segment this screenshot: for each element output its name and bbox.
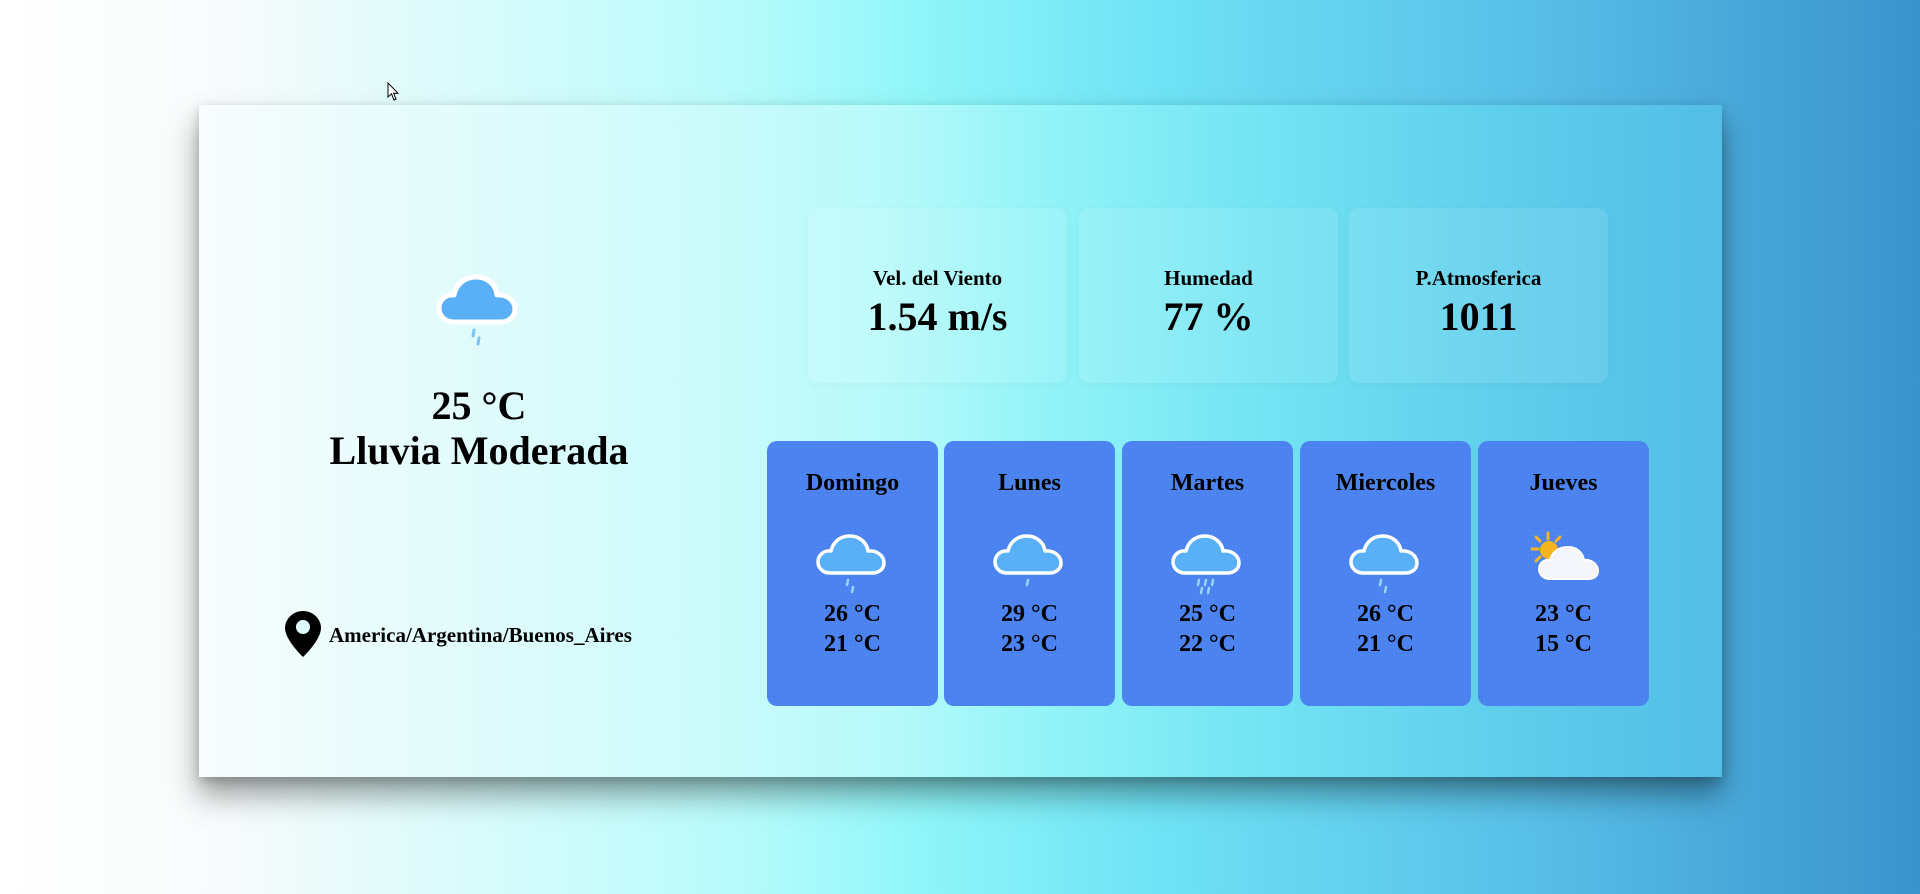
day-name: Domingo xyxy=(805,470,900,496)
forecast-day-miercoles: Miercoles 26 °C 21 °C xyxy=(1300,441,1471,706)
cloud-rain-icon xyxy=(1170,534,1241,595)
day-min-temp: 21 °C xyxy=(1357,631,1414,657)
day-max-temp: 23 °C xyxy=(1535,601,1592,627)
day-max-temp: 29 °C xyxy=(1001,601,1058,627)
day-max-temp: 26 °C xyxy=(1357,601,1414,627)
day-name: Lunes xyxy=(998,470,1061,496)
mouse-cursor-icon xyxy=(387,82,400,101)
forecast-day-domingo: Domingo 26 °C 21 °C xyxy=(767,441,938,706)
stats-row: Vel. del Viento 1.54 m/s Humedad 77 % P.… xyxy=(808,208,1608,383)
stat-humidity: Humedad 77 % xyxy=(1079,208,1338,383)
day-name: Martes xyxy=(1170,470,1245,496)
weather-card: 25 °C Lluvia Moderada America/Argentina/… xyxy=(199,105,1722,777)
forecast-row: Domingo 26 °C 21 °C Lunes 29 °C 23 °C Ma… xyxy=(767,441,1652,706)
current-weather-panel: 25 °C Lluvia Moderada America/Argentina/… xyxy=(199,105,759,777)
stat-label: P.Atmosferica xyxy=(1415,266,1542,290)
cloud-drizzle-icon xyxy=(992,534,1063,587)
day-name: Miercoles xyxy=(1335,470,1436,496)
stat-value: 77 % xyxy=(1163,294,1254,339)
day-max-temp: 26 °C xyxy=(824,601,881,627)
location-timezone: America/Argentina/Buenos_Aires xyxy=(329,623,632,647)
forecast-day-lunes: Lunes 29 °C 23 °C xyxy=(944,441,1115,706)
current-temperature: 25 °C xyxy=(431,383,527,428)
day-max-temp: 25 °C xyxy=(1179,601,1236,627)
location: America/Argentina/Buenos_Aires xyxy=(283,609,632,659)
stat-value: 1.54 m/s xyxy=(867,294,1008,339)
cloud-rain-light-icon xyxy=(1348,534,1419,594)
day-min-temp: 22 °C xyxy=(1179,631,1236,657)
partly-cloudy-icon xyxy=(1530,531,1599,580)
stat-wind: Vel. del Viento 1.54 m/s xyxy=(808,208,1067,383)
stat-value: 1011 xyxy=(1439,294,1518,339)
current-description: Lluvia Moderada xyxy=(329,428,629,473)
day-min-temp: 23 °C xyxy=(1001,631,1058,657)
forecast-day-martes: Martes 25 °C 22 °C xyxy=(1122,441,1293,706)
map-pin-icon xyxy=(285,611,321,657)
cloud-rain-light-icon xyxy=(436,274,518,346)
forecast-day-jueves: Jueves 23 °C 15 °C xyxy=(1478,441,1649,706)
day-min-temp: 15 °C xyxy=(1535,631,1592,657)
stat-label: Humedad xyxy=(1164,266,1253,290)
cloud-rain-light-icon xyxy=(815,534,886,594)
stat-label: Vel. del Viento xyxy=(872,266,1003,290)
day-name: Jueves xyxy=(1529,470,1598,496)
stat-pressure: P.Atmosferica 1011 xyxy=(1349,208,1608,383)
day-min-temp: 21 °C xyxy=(824,631,881,657)
